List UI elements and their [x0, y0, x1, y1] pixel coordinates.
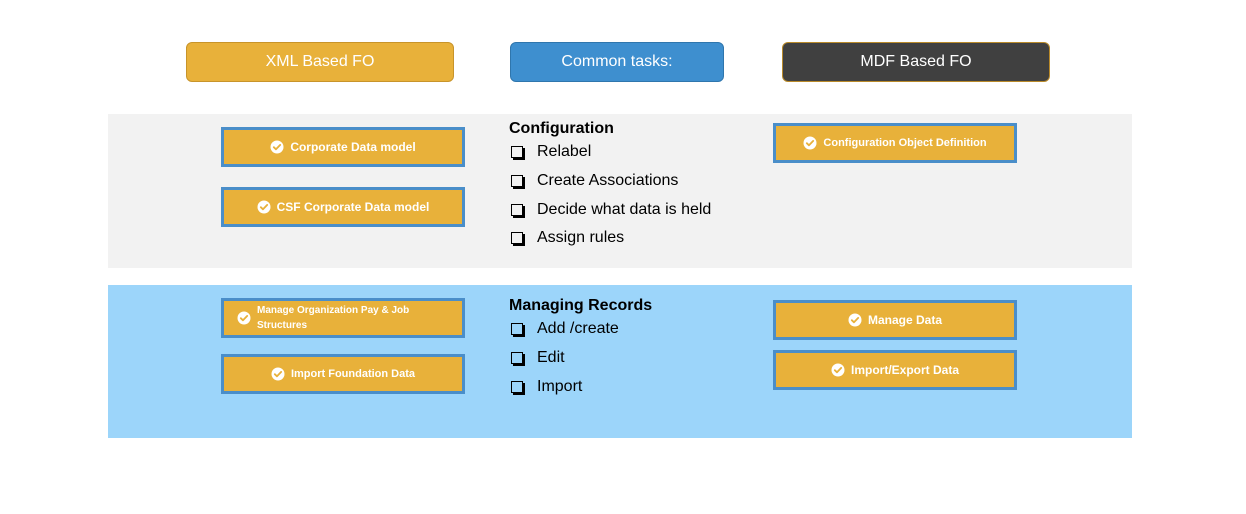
configuration-task-list: Relabel Create Associations Decide what … [509, 138, 711, 253]
check-circle-icon [257, 200, 271, 214]
checkbox-icon [511, 352, 523, 365]
configuration-object-definition-button[interactable]: Configuration Object Definition [773, 123, 1017, 163]
check-circle-icon [848, 313, 862, 327]
button-label: Import Foundation Data [290, 368, 416, 380]
list-item: Decide what data is held [509, 195, 711, 224]
csf-corporate-data-model-button[interactable]: CSF Corporate Data model [221, 187, 465, 227]
checkbox-icon [511, 232, 523, 245]
button-label: CSF Corporate Data model [276, 200, 430, 214]
list-item: Edit [509, 344, 619, 373]
button-label: Manage Organization Pay & Job Structures [257, 305, 410, 331]
check-circle-icon [271, 367, 285, 381]
manage-organization-pay-job-structures-button[interactable]: Manage Organization Pay & Job Structures [221, 298, 465, 338]
list-item: Relabel [509, 138, 711, 167]
check-circle-icon [270, 140, 284, 154]
checkbox-icon [511, 203, 523, 216]
check-circle-icon [237, 311, 251, 325]
corporate-data-model-button[interactable]: Corporate Data model [221, 127, 465, 167]
checkbox-icon [511, 175, 523, 188]
check-circle-icon [831, 363, 845, 377]
import-export-data-button[interactable]: Import/Export Data [773, 350, 1017, 390]
list-item: Create Associations [509, 167, 711, 196]
common-tasks-header[interactable]: Common tasks: [510, 42, 724, 82]
managing-records-task-list: Add /create Edit Import [509, 315, 619, 401]
checkbox-icon [511, 146, 523, 159]
list-item: Add /create [509, 315, 619, 344]
button-label: Configuration Object Definition [823, 137, 987, 149]
import-foundation-data-button[interactable]: Import Foundation Data [221, 354, 465, 394]
manage-data-button[interactable]: Manage Data [773, 300, 1017, 340]
configuration-title: Configuration [509, 120, 614, 137]
button-label: Corporate Data model [290, 140, 416, 154]
checkbox-icon [511, 323, 523, 336]
list-item: Import [509, 372, 619, 401]
xml-based-fo-header[interactable]: XML Based FO [186, 42, 454, 82]
button-label: Manage Data [867, 313, 943, 327]
check-circle-icon [803, 136, 817, 150]
button-label: Import/Export Data [850, 363, 959, 377]
list-item: Assign rules [509, 224, 711, 253]
mdf-based-fo-header[interactable]: MDF Based FO [782, 42, 1050, 82]
checkbox-icon [511, 380, 523, 393]
managing-records-title: Managing Records [509, 297, 653, 314]
